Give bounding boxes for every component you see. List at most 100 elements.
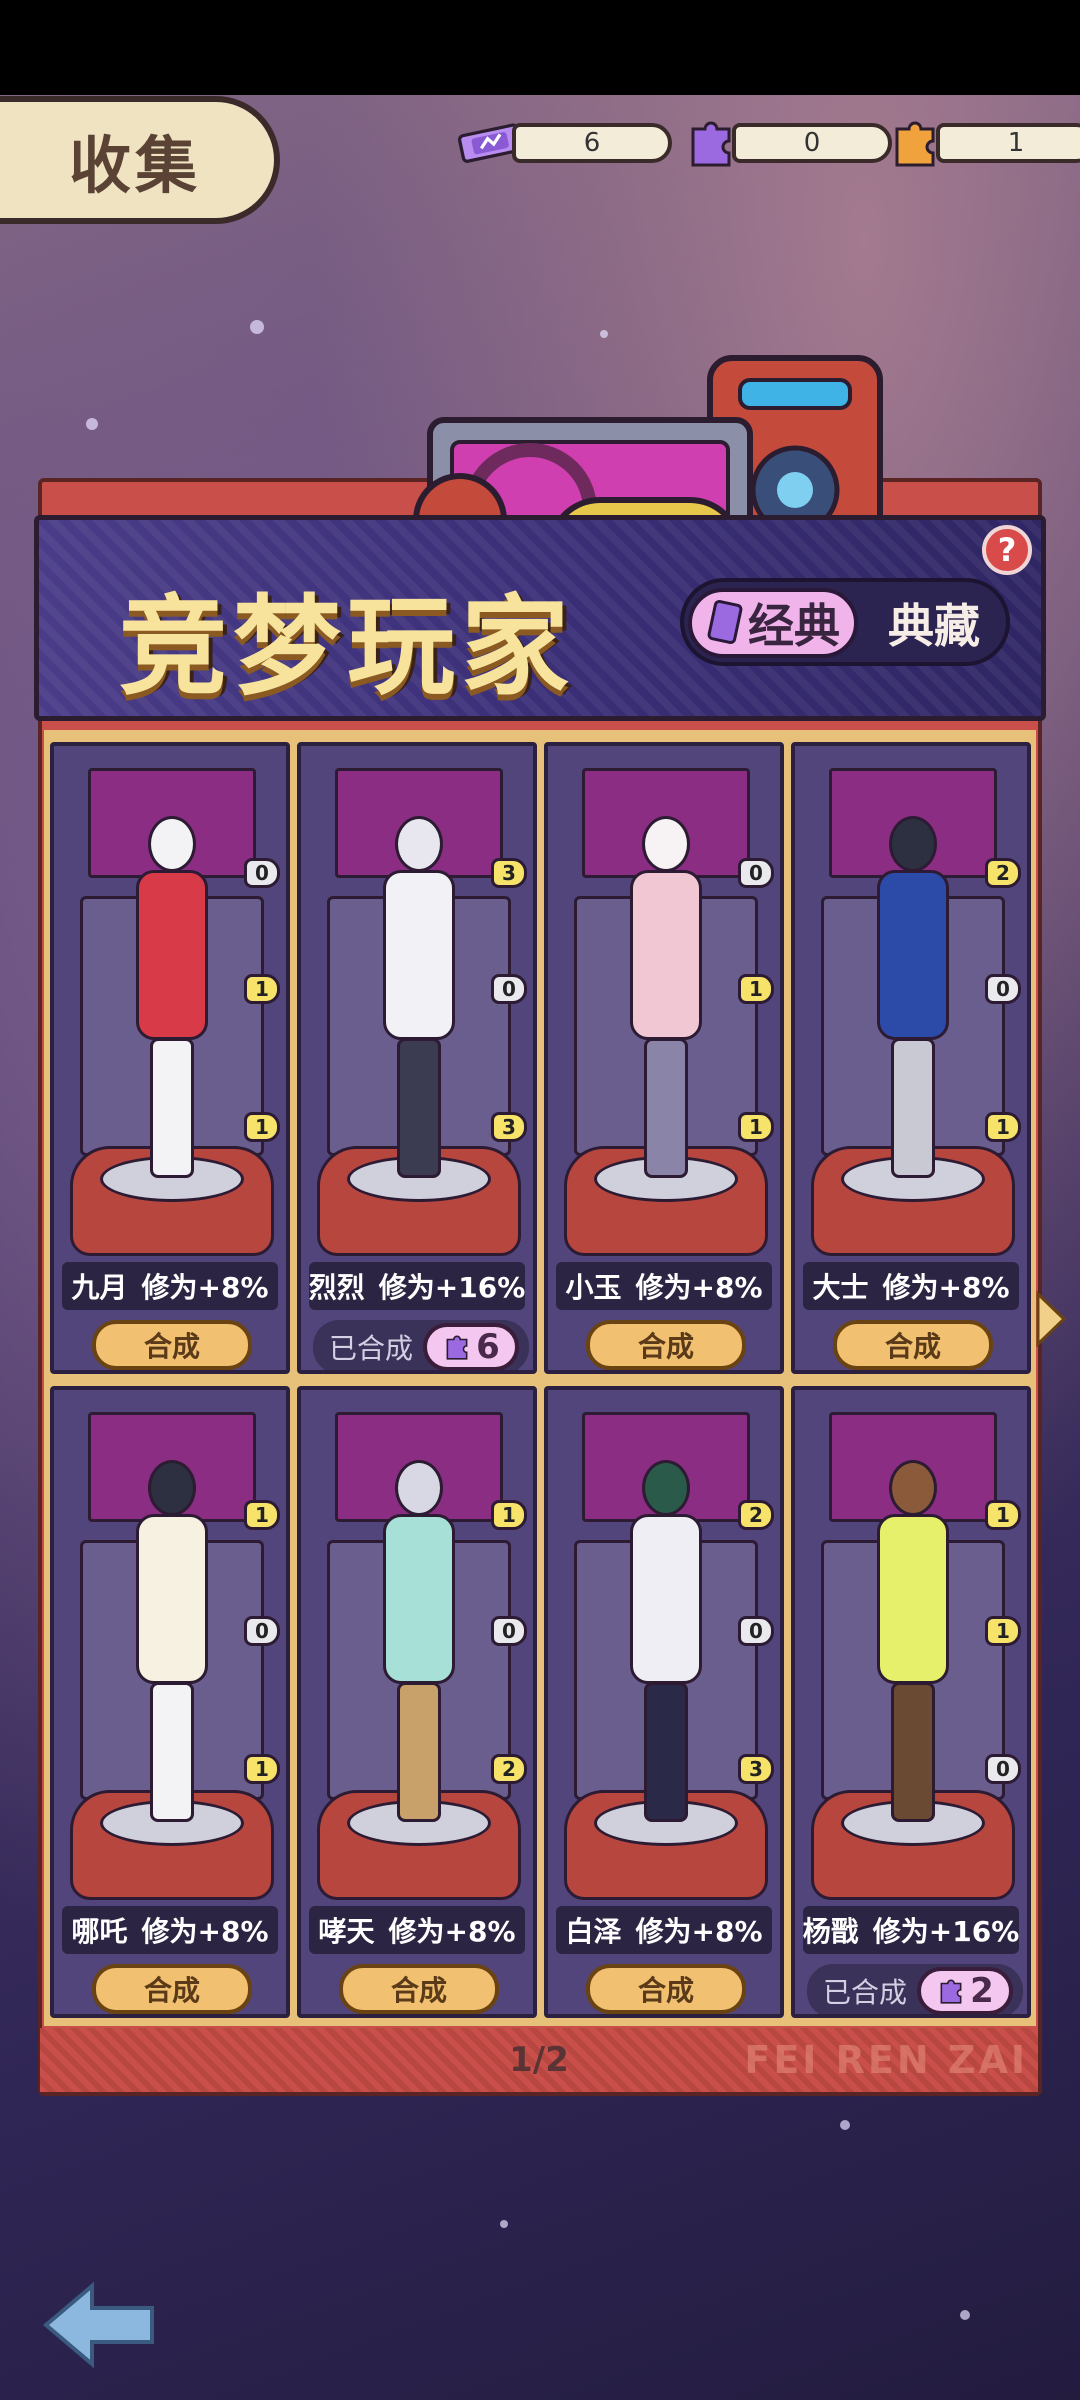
character-name: 烈烈 xyxy=(308,1271,365,1304)
combine-button[interactable]: 合成 xyxy=(586,1320,746,1370)
part-count-badge: 1 xyxy=(985,1500,1021,1530)
figure-legs xyxy=(644,1038,688,1178)
character-card[interactable]: 1 0 2 哮天 修为+8% 合成 xyxy=(297,1386,537,2018)
part-count-badge: 0 xyxy=(491,1616,527,1646)
bonus-text: 修为+8% xyxy=(141,1915,269,1948)
combine-button[interactable]: 合成 xyxy=(339,1964,499,2014)
figure-legs xyxy=(150,1682,194,1822)
card-icon xyxy=(707,599,743,645)
character-name: 小玉 xyxy=(565,1271,622,1304)
combine-button[interactable]: 合成 xyxy=(586,1964,746,2014)
part-count-badge: 1 xyxy=(244,1112,280,1142)
figure-body xyxy=(383,1514,455,1684)
part-count-badge: 0 xyxy=(738,1616,774,1646)
character-figure xyxy=(618,1460,714,1830)
pieces-count: 6 xyxy=(476,1327,500,1367)
page-title: 收集 xyxy=(68,129,201,202)
character-figure xyxy=(371,816,467,1186)
status-bar xyxy=(0,0,1080,95)
part-count-badge: 1 xyxy=(244,1500,280,1530)
character-card[interactable]: 1 0 1 哪吒 修为+8% 合成 xyxy=(50,1386,290,2018)
combine-button[interactable]: 合成 xyxy=(92,1320,252,1370)
character-name: 哮天 xyxy=(318,1915,375,1948)
figure-legs xyxy=(644,1682,688,1822)
part-count-badge: 3 xyxy=(491,1112,527,1142)
tab-classic-label: 经典 xyxy=(748,599,840,653)
figure-head xyxy=(395,1460,443,1516)
part-count-badge: 0 xyxy=(985,974,1021,1004)
card-name-bar: 大士 修为+8% xyxy=(803,1262,1019,1310)
puzzle-piece-icon xyxy=(446,1335,468,1360)
next-page-arrow-icon[interactable] xyxy=(1034,1290,1068,1348)
figure-head xyxy=(148,816,196,872)
tab-collection[interactable]: 典藏 xyxy=(864,588,1004,658)
combine-button[interactable]: 合成 xyxy=(92,1964,252,2014)
banner-title: 竞梦玩家 xyxy=(119,585,576,710)
character-card[interactable]: 1 1 0 杨戬 修为+16% 已合成 2 xyxy=(791,1386,1031,2018)
bonus-text: 修为+8% xyxy=(141,1271,269,1304)
character-card[interactable]: 2 0 1 大士 修为+8% 合成 xyxy=(791,742,1031,1374)
card-name-bar: 杨戬 修为+16% xyxy=(803,1906,1019,1954)
part-count-badge: 1 xyxy=(738,974,774,1004)
figure-head xyxy=(642,816,690,872)
figure-head xyxy=(148,1460,196,1516)
card-name-bar: 烈烈 修为+16% xyxy=(309,1262,525,1310)
tab-classic[interactable]: 经典 xyxy=(688,588,858,658)
character-name: 哪吒 xyxy=(71,1915,128,1948)
part-count-badge: 0 xyxy=(738,858,774,888)
card-name-bar: 白泽 修为+8% xyxy=(556,1906,772,1954)
puzzle-pieces-pill: 2 xyxy=(917,1967,1014,2014)
part-count-badge: 1 xyxy=(491,1500,527,1530)
figure-body xyxy=(630,870,702,1040)
character-name: 白泽 xyxy=(565,1915,622,1948)
character-card[interactable]: 0 1 1 小玉 修为+8% 合成 xyxy=(544,742,784,1374)
figure-legs xyxy=(891,1682,935,1822)
sparkle xyxy=(86,418,98,430)
figure-head xyxy=(889,816,937,872)
figure-body xyxy=(136,1514,208,1684)
bonus-text: 修为+8% xyxy=(635,1271,763,1304)
part-count-badge: 1 xyxy=(985,1616,1021,1646)
pagination-bar: 1/2 FEI REN ZAI xyxy=(40,2028,1038,2092)
figure-body xyxy=(136,870,208,1040)
combine-button[interactable]: 合成 xyxy=(833,1320,993,1370)
card-name-bar: 九月 修为+8% xyxy=(62,1262,278,1310)
collection-tab-toggle: 经典 典藏 xyxy=(680,578,1010,666)
bonus-text: 修为+8% xyxy=(388,1915,516,1948)
help-button[interactable]: ? xyxy=(982,525,1032,575)
part-count-badge: 1 xyxy=(985,1112,1021,1142)
back-arrow-icon[interactable] xyxy=(40,2280,160,2370)
figure-legs xyxy=(150,1038,194,1178)
character-name: 大士 xyxy=(812,1271,869,1304)
sparkle xyxy=(600,330,608,338)
character-figure xyxy=(865,816,961,1186)
figure-body xyxy=(877,870,949,1040)
part-count-badge: 2 xyxy=(738,1500,774,1530)
figure-body xyxy=(630,1514,702,1684)
character-card[interactable]: 3 0 3 烈烈 修为+16% 已合成 6 xyxy=(297,742,537,1374)
part-count-badge: 0 xyxy=(491,974,527,1004)
merged-status: 已合成 2 xyxy=(807,1964,1023,2014)
character-figure xyxy=(124,816,220,1186)
figure-legs xyxy=(397,1038,441,1178)
pieces-count: 2 xyxy=(970,1971,994,2011)
part-count-badge: 1 xyxy=(244,1754,280,1784)
resource-ticket: 6 xyxy=(456,118,672,168)
ticket-count: 6 xyxy=(512,123,672,163)
character-name: 杨戬 xyxy=(802,1915,859,1948)
part-count-badge: 2 xyxy=(985,858,1021,888)
figure-head xyxy=(642,1460,690,1516)
part-count-badge: 0 xyxy=(244,1616,280,1646)
character-card[interactable]: 2 0 3 白泽 修为+8% 合成 xyxy=(544,1386,784,2018)
bonus-text: 修为+8% xyxy=(882,1271,1010,1304)
card-name-bar: 哪吒 修为+8% xyxy=(62,1906,278,1954)
part-count-badge: 3 xyxy=(738,1754,774,1784)
part-count-badge: 0 xyxy=(244,858,280,888)
part-count-badge: 2 xyxy=(491,1754,527,1784)
watermark-text: FEI REN ZAI xyxy=(744,2038,1028,2082)
character-figure xyxy=(618,816,714,1186)
figure-legs xyxy=(397,1682,441,1822)
merged-status: 已合成 6 xyxy=(313,1320,529,1370)
character-card[interactable]: 0 1 1 九月 修为+8% 合成 xyxy=(50,742,290,1374)
character-name: 九月 xyxy=(71,1271,128,1304)
